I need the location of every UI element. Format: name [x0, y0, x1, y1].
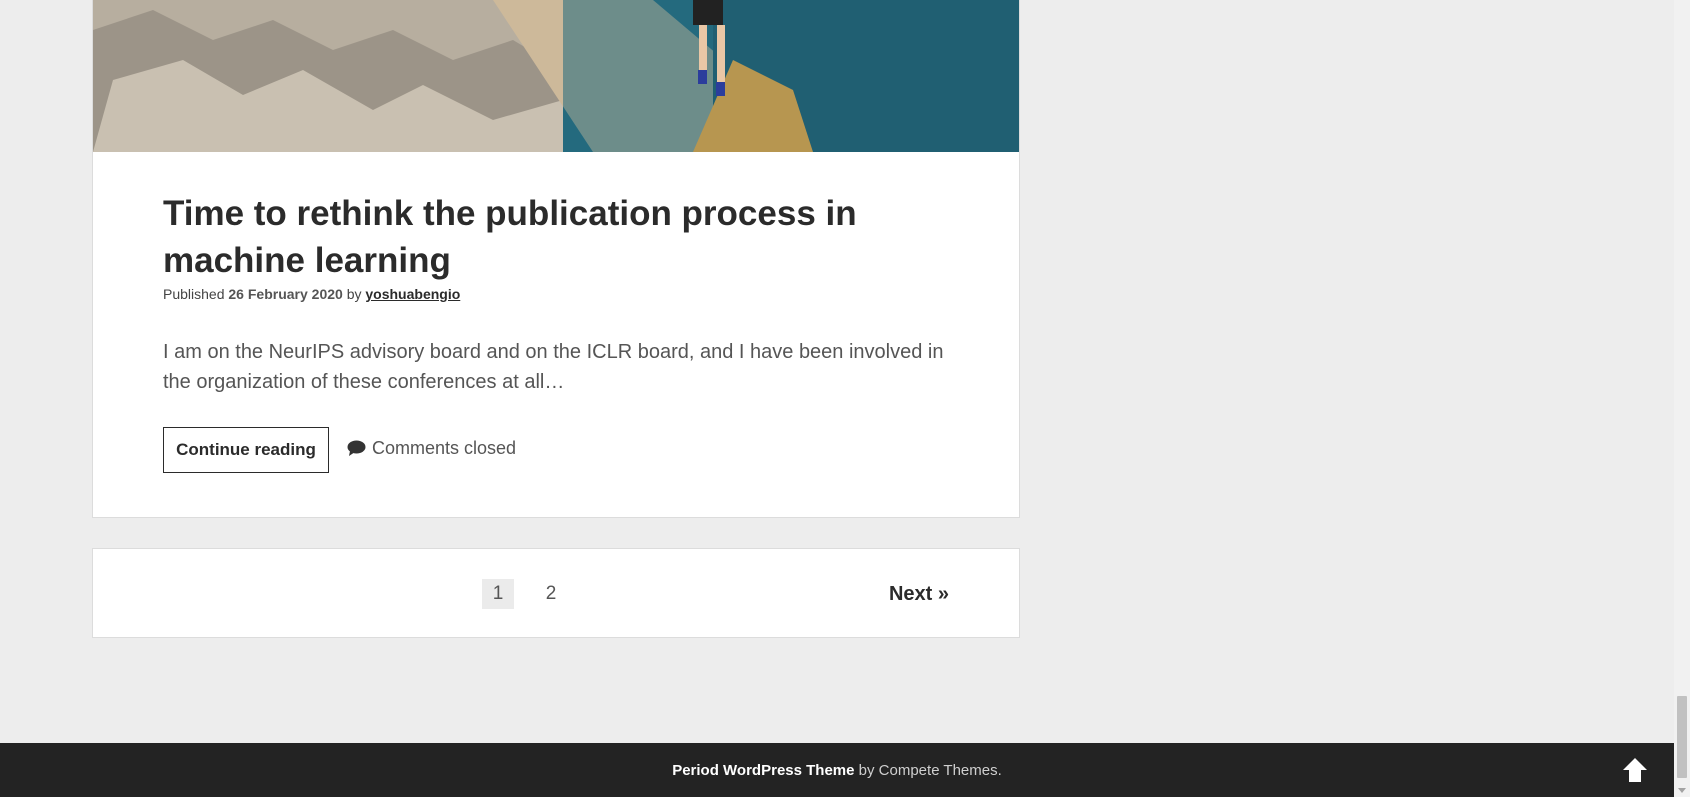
scroll-to-top-button[interactable]: [1620, 755, 1650, 785]
post-byline: Published 26 February 2020 by yoshuabeng…: [163, 286, 460, 302]
comments-status: Comments closed: [347, 438, 516, 459]
author-link[interactable]: yoshuabengio: [365, 286, 460, 302]
post-date: 26 February 2020: [228, 286, 343, 302]
site-footer: Period WordPress Theme by Compete Themes…: [0, 743, 1674, 797]
page-1-current: 1: [482, 579, 514, 609]
page-2-link[interactable]: 2: [535, 579, 567, 609]
credit-suffix: by Compete Themes.: [858, 762, 1002, 779]
footer-credit: Period WordPress Theme by Compete Themes…: [0, 762, 1674, 779]
published-label: Published: [163, 286, 225, 302]
featured-image[interactable]: [93, 0, 1019, 152]
page-scrollbar[interactable]: [1674, 0, 1690, 797]
arrow-up-icon: [1623, 758, 1647, 782]
post-card: Time to rethink the publication process …: [92, 0, 1020, 518]
pagination: 1 2 Next »: [92, 548, 1020, 638]
continue-reading-button[interactable]: Continue reading: [163, 427, 329, 473]
theme-link[interactable]: Period WordPress Theme: [672, 762, 854, 779]
comments-label: Comments closed: [372, 438, 517, 458]
next-page-link[interactable]: Next »: [889, 579, 949, 609]
post-title[interactable]: Time to rethink the publication process …: [163, 190, 963, 284]
by-label: by: [346, 286, 362, 302]
scroll-down-arrow-icon[interactable]: [1678, 788, 1686, 793]
post-excerpt: I am on the NeurIPS advisory board and o…: [163, 341, 944, 393]
comment-icon: [347, 440, 366, 457]
scrollbar-thumb[interactable]: [1677, 696, 1687, 778]
landscape-photo: [93, 0, 1019, 152]
